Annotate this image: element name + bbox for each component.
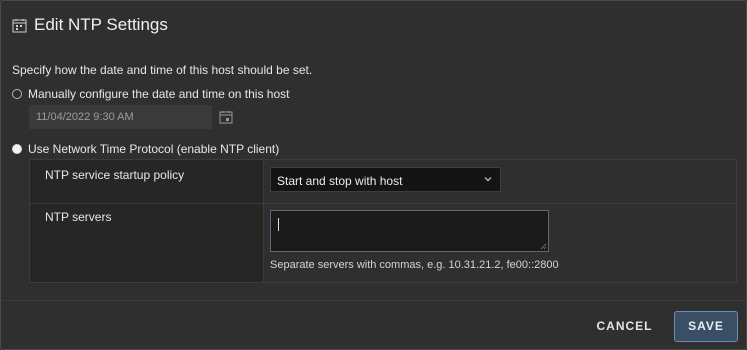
ntp-servers-label: NTP servers xyxy=(45,210,112,224)
dialog-header: Edit NTP Settings xyxy=(12,15,168,35)
manual-config-radio[interactable] xyxy=(12,89,22,99)
dialog-title: Edit NTP Settings xyxy=(34,15,168,34)
ntp-radio[interactable] xyxy=(12,144,22,154)
edit-ntp-dialog: Edit NTP Settings Specify how the date a… xyxy=(0,0,747,350)
chevron-down-icon xyxy=(484,177,492,182)
ntp-servers-label-cell: NTP servers xyxy=(30,204,264,282)
ntp-option-label: Use Network Time Protocol (enable NTP cl… xyxy=(28,142,280,156)
calendar-clock-icon xyxy=(12,18,27,32)
startup-policy-label-cell: NTP service startup policy xyxy=(30,160,264,203)
calendar-icon[interactable] xyxy=(219,110,233,124)
datetime-input[interactable]: 11/04/2022 9:30 AM xyxy=(29,105,212,129)
ntp-servers-hint: Separate servers with commas, e.g. 10.31… xyxy=(270,259,559,271)
dialog-description: Specify how the date and time of this ho… xyxy=(12,63,313,77)
text-caret xyxy=(278,218,279,231)
cancel-button[interactable]: CANCEL xyxy=(585,311,664,342)
resize-handle-icon[interactable] xyxy=(540,243,547,250)
startup-policy-row: NTP service startup policy Start and sto… xyxy=(30,160,736,204)
footer-divider xyxy=(1,300,747,301)
startup-policy-value: Start and stop with host xyxy=(277,174,403,188)
startup-policy-select[interactable]: Start and stop with host xyxy=(270,167,501,192)
manual-config-label: Manually configure the date and time on … xyxy=(28,87,290,101)
ntp-option[interactable]: Use Network Time Protocol (enable NTP cl… xyxy=(12,142,279,156)
ntp-settings-table: NTP service startup policy Start and sto… xyxy=(29,159,737,283)
startup-policy-label: NTP service startup policy xyxy=(45,168,185,182)
save-button[interactable]: SAVE xyxy=(674,311,738,342)
ntp-servers-textarea[interactable] xyxy=(270,210,549,252)
manual-config-option[interactable]: Manually configure the date and time on … xyxy=(12,87,290,101)
ntp-servers-row: NTP servers Separate servers with commas… xyxy=(30,204,736,282)
